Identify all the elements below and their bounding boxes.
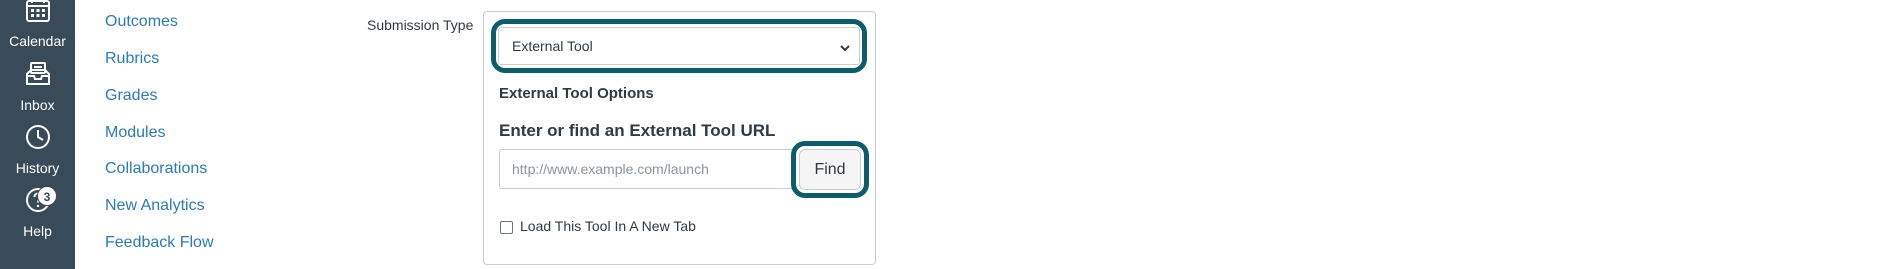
new-tab-checkbox[interactable] [500, 221, 513, 234]
course-nav-rubrics[interactable]: Rubrics [105, 49, 159, 69]
course-nav-outcomes[interactable]: Outcomes [105, 12, 178, 32]
find-button[interactable]: Find [799, 149, 861, 190]
submission-type-label: Submission Type [367, 17, 474, 33]
external-tool-url-label: Enter or find an External Tool URL [499, 121, 776, 140]
submission-type-select[interactable]: External Tool [498, 27, 860, 65]
course-nav-grades[interactable]: Grades [105, 86, 157, 106]
nav-inbox[interactable]: Inbox [0, 58, 75, 120]
external-tool-options-heading: External Tool Options [499, 85, 654, 102]
course-nav-collaborations[interactable]: Collaborations [105, 159, 207, 179]
clock-icon [22, 121, 54, 158]
course-nav-new-analytics[interactable]: New Analytics [105, 196, 205, 216]
global-navigation: Calendar Inbox History 3 Help [0, 0, 75, 269]
nav-history-label: History [15, 160, 60, 176]
inbox-icon [22, 58, 54, 95]
nav-calendar[interactable]: Calendar [0, 0, 75, 56]
submission-type-value: External Tool [512, 38, 593, 54]
nav-calendar-label: Calendar [9, 33, 66, 49]
chevron-down-icon [839, 41, 851, 53]
calendar-icon [22, 0, 54, 31]
nav-history[interactable]: History [0, 121, 75, 183]
help-notification-badge: 3 [37, 186, 57, 206]
course-nav-feedback-flow[interactable]: Feedback Flow [105, 233, 214, 253]
new-tab-checkbox-label: Load This Tool In A New Tab [520, 218, 696, 234]
nav-help-label: Help [23, 223, 52, 239]
external-tool-url-input[interactable] [499, 149, 797, 189]
nav-help[interactable]: 3 Help [0, 184, 75, 246]
course-nav-modules[interactable]: Modules [105, 123, 165, 143]
nav-inbox-label: Inbox [20, 97, 55, 113]
